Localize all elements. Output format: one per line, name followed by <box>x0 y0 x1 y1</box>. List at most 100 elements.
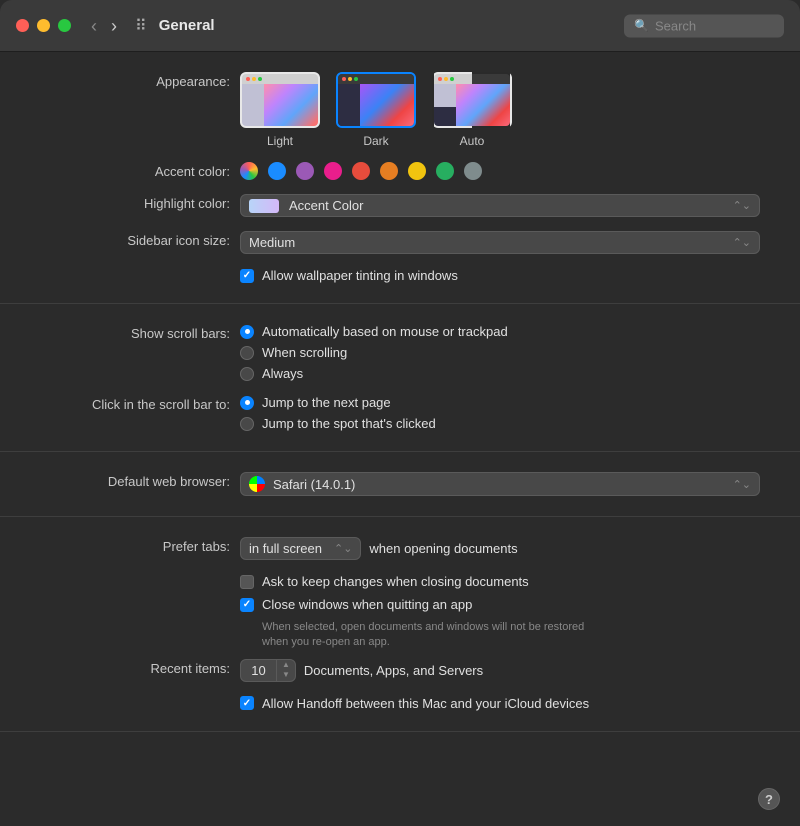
close-windows-note: When selected, open documents and window… <box>262 620 682 651</box>
grid-icon: ⠿ <box>135 16 147 36</box>
highlight-color-dropdown[interactable]: Accent Color ⌃⌄ <box>240 194 760 217</box>
sidebar-icon-label: Sidebar icon size: <box>40 231 240 248</box>
keep-changes-checkbox[interactable] <box>240 575 254 589</box>
click-next-radio[interactable] <box>240 396 254 410</box>
search-bar[interactable]: 🔍 <box>624 14 784 37</box>
click-scroll-control: Jump to the next page Jump to the spot t… <box>240 395 760 431</box>
minimize-button[interactable] <box>37 19 50 32</box>
sidebar-icon-value: Medium <box>249 235 295 250</box>
recent-items-value: 10 <box>241 660 277 681</box>
accent-purple[interactable] <box>296 162 314 180</box>
click-next-label: Jump to the next page <box>262 395 391 410</box>
sidebar-icon-dropdown[interactable]: Medium ⌃⌄ <box>240 231 760 254</box>
stepper-up[interactable]: ▲ <box>277 660 295 670</box>
prefer-tabs-label: Prefer tabs: <box>40 537 240 554</box>
recent-items-row: Recent items: 10 ▲ ▼ Documents, Apps, an… <box>40 659 760 682</box>
light-thumbnail <box>240 72 320 128</box>
help-button[interactable]: ? <box>758 788 780 810</box>
search-input[interactable] <box>655 18 774 33</box>
maximize-button[interactable] <box>58 19 71 32</box>
window-title: General <box>159 17 215 34</box>
show-scroll-bars-row: Show scroll bars: Automatically based on… <box>40 324 760 381</box>
accent-colors-group <box>240 162 760 180</box>
appearance-auto[interactable]: Auto <box>432 72 512 148</box>
close-button[interactable] <box>16 19 29 32</box>
close-windows-checkbox-row[interactable]: Close windows when quitting an app <box>240 597 760 612</box>
prefer-tabs-suffix: when opening documents <box>369 541 517 556</box>
safari-icon <box>249 476 265 492</box>
highlight-color-row: Highlight color: Accent Color ⌃⌄ <box>40 194 760 217</box>
appearance-label: Appearance: <box>40 72 240 89</box>
scroll-when-radio[interactable] <box>240 346 254 360</box>
recent-items-suffix: Documents, Apps, and Servers <box>304 663 483 678</box>
recent-items-stepper[interactable]: 10 ▲ ▼ <box>240 659 296 682</box>
dark-label: Dark <box>363 134 388 148</box>
prefer-tabs-value: in full screen <box>249 541 322 556</box>
main-content: Appearance: <box>0 52 800 826</box>
keep-changes-checkbox-row[interactable]: Ask to keep changes when closing documen… <box>240 574 760 589</box>
click-spot-row[interactable]: Jump to the spot that's clicked <box>240 416 760 431</box>
scroll-always-radio[interactable] <box>240 367 254 381</box>
tabs-section: Prefer tabs: in full screen ⌃⌄ when open… <box>0 517 800 732</box>
prefer-tabs-inline: in full screen ⌃⌄ when opening documents <box>240 537 760 560</box>
scroll-auto-row[interactable]: Automatically based on mouse or trackpad <box>240 324 760 339</box>
accent-pink[interactable] <box>324 162 342 180</box>
prefer-tabs-dropdown[interactable]: in full screen ⌃⌄ <box>240 537 361 560</box>
appearance-dark[interactable]: Dark <box>336 72 416 148</box>
browser-dropdown[interactable]: Safari (14.0.1) ⌃⌄ <box>240 472 760 496</box>
auto-thumbnail <box>432 72 512 128</box>
accent-orange[interactable] <box>380 162 398 180</box>
highlight-preview <box>249 199 279 213</box>
accent-graphite[interactable] <box>464 162 482 180</box>
click-spot-radio[interactable] <box>240 417 254 431</box>
prefer-tabs-row: Prefer tabs: in full screen ⌃⌄ when open… <box>40 537 760 560</box>
sidebar-icon-control: Medium ⌃⌄ <box>240 231 760 254</box>
sidebar-dropdown-arrow: ⌃⌄ <box>733 236 751 249</box>
scroll-always-row[interactable]: Always <box>240 366 760 381</box>
accent-multicolor[interactable] <box>240 162 258 180</box>
handoff-label: Allow Handoff between this Mac and your … <box>262 696 589 711</box>
scroll-when-scrolling-row[interactable]: When scrolling <box>240 345 760 360</box>
tabs-dropdown-arrow: ⌃⌄ <box>334 542 352 555</box>
back-button[interactable]: ‹ <box>87 17 101 35</box>
keep-changes-control: Ask to keep changes when closing documen… <box>240 574 760 589</box>
scroll-auto-radio[interactable] <box>240 325 254 339</box>
wallpaper-control: Allow wallpaper tinting in windows <box>240 268 760 283</box>
handoff-control: Allow Handoff between this Mac and your … <box>240 696 760 711</box>
wallpaper-checkbox-row[interactable]: Allow wallpaper tinting in windows <box>240 268 760 283</box>
accent-green[interactable] <box>436 162 454 180</box>
wallpaper-row: Allow wallpaper tinting in windows <box>40 268 760 283</box>
click-scroll-row: Click in the scroll bar to: Jump to the … <box>40 395 760 431</box>
forward-button[interactable]: › <box>107 17 121 35</box>
highlight-color-label: Highlight color: <box>40 194 240 211</box>
appearance-light[interactable]: Light <box>240 72 320 148</box>
handoff-checkbox-row[interactable]: Allow Handoff between this Mac and your … <box>240 696 760 711</box>
click-next-row[interactable]: Jump to the next page <box>240 395 760 410</box>
accent-color-label: Accent color: <box>40 162 240 179</box>
close-windows-label: Close windows when quitting an app <box>262 597 472 612</box>
browser-value: Safari (14.0.1) <box>273 477 355 492</box>
accent-red[interactable] <box>352 162 370 180</box>
stepper-down[interactable]: ▼ <box>277 670 295 680</box>
wallpaper-checkbox[interactable] <box>240 269 254 283</box>
close-windows-checkbox[interactable] <box>240 598 254 612</box>
appearance-thumbnails: Light <box>240 72 760 148</box>
dark-thumbnail <box>336 72 416 128</box>
search-icon: 🔍 <box>634 19 649 33</box>
highlight-color-value: Accent Color <box>289 198 363 213</box>
close-windows-control: Close windows when quitting an app When … <box>240 597 760 651</box>
scroll-always-label: Always <box>262 366 303 381</box>
accent-yellow[interactable] <box>408 162 426 180</box>
accent-color-control <box>240 162 760 180</box>
auto-label: Auto <box>460 134 485 148</box>
browser-label: Default web browser: <box>40 472 240 489</box>
show-scroll-bars-control: Automatically based on mouse or trackpad… <box>240 324 760 381</box>
traffic-lights <box>16 19 71 32</box>
sidebar-icon-row: Sidebar icon size: Medium ⌃⌄ <box>40 231 760 254</box>
browser-row: Default web browser: Safari (14.0.1) ⌃⌄ <box>40 472 760 496</box>
handoff-checkbox[interactable] <box>240 696 254 710</box>
recent-items-control: 10 ▲ ▼ Documents, Apps, and Servers <box>240 659 760 682</box>
wallpaper-label: Allow wallpaper tinting in windows <box>262 268 458 283</box>
accent-blue[interactable] <box>268 162 286 180</box>
handoff-row: Allow Handoff between this Mac and your … <box>40 696 760 711</box>
